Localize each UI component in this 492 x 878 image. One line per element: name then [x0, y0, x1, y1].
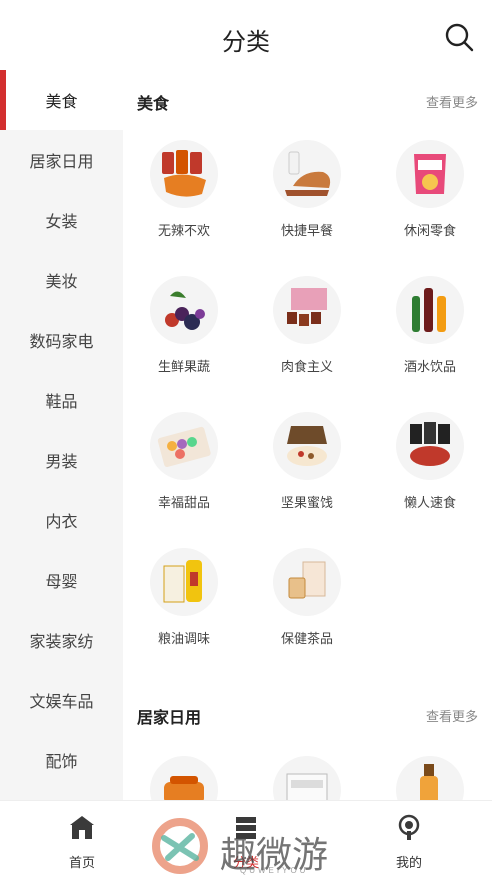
category-item[interactable] [129, 756, 239, 800]
sidebar-item-label: 男装 [45, 454, 78, 471]
search-icon[interactable] [444, 22, 474, 52]
category-label: 休闲零食 [403, 223, 456, 238]
category-thumbnail [150, 756, 218, 800]
tab-label: 分类 [232, 855, 259, 870]
category-thumbnail [396, 412, 464, 480]
bottom-tab-bar: 首页 分类 我的 [0, 800, 492, 878]
sidebar-item-mens[interactable]: 男装 [0, 430, 123, 490]
page-title: 分类 [222, 29, 270, 56]
category-thumbnail [273, 276, 341, 344]
sidebar-item-underwear[interactable]: 内衣 [0, 490, 123, 550]
category-thumbnail [150, 276, 218, 344]
sidebar-item-home-goods[interactable]: 居家日用 [0, 130, 123, 190]
category-item[interactable]: 酒水饮品 [375, 276, 485, 375]
tab-category[interactable]: 分类 [206, 813, 286, 871]
category-item[interactable] [375, 756, 485, 800]
category-label: 粮油调味 [157, 631, 210, 646]
category-item[interactable]: 保健茶品 [252, 548, 362, 647]
sidebar-item-beauty[interactable]: 美妆 [0, 250, 123, 310]
category-thumbnail [396, 276, 464, 344]
sidebar-item-label: 数码家电 [29, 334, 94, 351]
sidebar-item-womens[interactable]: 女装 [0, 190, 123, 250]
section-title: 居家日用 [137, 710, 202, 727]
category-thumbnail [396, 140, 464, 208]
home-icon [70, 816, 94, 839]
sidebar-item-accessories[interactable]: 配饰 [0, 730, 123, 790]
sidebar-item-home-textile[interactable]: 家装家纺 [0, 610, 123, 670]
category-icon [236, 817, 256, 839]
sidebar-item-shoes[interactable]: 鞋品 [0, 370, 123, 430]
category-label: 无辣不欢 [157, 223, 210, 238]
sidebar-item-label: 鞋品 [45, 394, 78, 411]
sidebar-item-label: 居家日用 [29, 154, 94, 171]
category-label: 肉食主义 [280, 359, 333, 374]
category-thumbnail [273, 756, 341, 800]
header: 分类 [0, 0, 492, 72]
sidebar-item-label: 女装 [45, 214, 78, 231]
category-item[interactable] [252, 756, 362, 800]
category-content: 美食 查看更多 无辣不欢 快捷早餐 休闲零食 生鲜果蔬 肉食主义 酒水饮品 幸福… [123, 70, 492, 800]
sidebar-item-electronics[interactable]: 数码家电 [0, 310, 123, 370]
category-thumbnail [273, 140, 341, 208]
sidebar-item-label: 家装家纺 [29, 634, 94, 651]
tab-profile[interactable]: 我的 [369, 813, 449, 871]
category-label: 生鲜果蔬 [157, 359, 210, 374]
category-label: 保健茶品 [280, 631, 333, 646]
view-more-link[interactable]: 查看更多 [426, 92, 478, 111]
tab-label: 首页 [68, 855, 95, 870]
category-thumbnail [396, 756, 464, 800]
section-title: 美食 [137, 96, 170, 113]
category-item[interactable]: 无辣不欢 [129, 140, 239, 239]
sidebar-item-label: 内衣 [45, 514, 78, 531]
category-item[interactable]: 坚果蜜饯 [252, 412, 362, 511]
category-label: 坚果蜜饯 [280, 495, 333, 510]
sidebar-item-entertainment-car[interactable]: 文娱车品 [0, 670, 123, 730]
category-item[interactable]: 幸福甜品 [129, 412, 239, 511]
profile-icon [398, 814, 420, 840]
view-more-link[interactable]: 查看更多 [426, 706, 478, 725]
sidebar-item-food[interactable]: 美食 [0, 70, 123, 130]
category-thumbnail [273, 548, 341, 616]
sidebar-item-label: 美妆 [45, 274, 78, 291]
tab-label: 我的 [395, 855, 422, 870]
category-thumbnail [150, 140, 218, 208]
sidebar-item-baby[interactable]: 母婴 [0, 550, 123, 610]
category-sidebar: 美食 居家日用 女装 美妆 数码家电 鞋品 男装 内衣 母婴 家装家纺 文娱车品… [0, 70, 123, 800]
sidebar-item-label: 配饰 [45, 754, 78, 771]
category-label: 快捷早餐 [280, 223, 333, 238]
category-item[interactable]: 懒人速食 [375, 412, 485, 511]
category-item[interactable]: 粮油调味 [129, 548, 239, 647]
sidebar-item-label: 母婴 [45, 574, 78, 591]
category-thumbnail [273, 412, 341, 480]
category-thumbnail [150, 548, 218, 616]
category-item[interactable]: 快捷早餐 [252, 140, 362, 239]
sidebar-item-label: 文娱车品 [29, 694, 94, 711]
category-label: 懒人速食 [403, 495, 456, 510]
category-item[interactable]: 肉食主义 [252, 276, 362, 375]
sidebar-item-label: 美食 [45, 94, 78, 111]
category-item[interactable]: 休闲零食 [375, 140, 485, 239]
category-item[interactable]: 生鲜果蔬 [129, 276, 239, 375]
category-label: 幸福甜品 [157, 495, 210, 510]
tab-home[interactable]: 首页 [42, 813, 122, 871]
category-thumbnail [150, 412, 218, 480]
category-label: 酒水饮品 [403, 359, 456, 374]
